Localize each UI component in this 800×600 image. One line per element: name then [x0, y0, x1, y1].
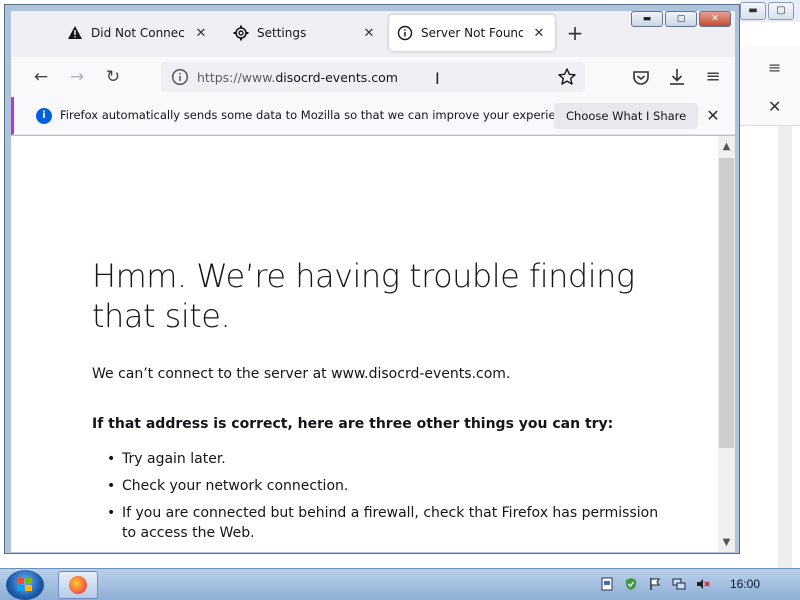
bookmark-star-icon[interactable] [557, 67, 577, 87]
scroll-up-icon[interactable]: ▲ [718, 138, 735, 156]
tray-document-icon[interactable] [600, 577, 614, 591]
taskbar: 16:00 [0, 568, 800, 600]
new-tab-button[interactable]: + [563, 23, 587, 43]
close-window-button[interactable]: ✕ [699, 11, 731, 27]
tab-label: Settings [257, 26, 307, 40]
background-minimize-button[interactable]: ▬ [740, 2, 766, 20]
gear-icon [233, 25, 249, 41]
window-controls: ▬ ▢ ✕ [631, 11, 731, 27]
error-title: Hmm. We’re having trouble finding that s… [92, 257, 635, 335]
suggestion-list: Try again later. Check your network conn… [107, 449, 667, 550]
scroll-thumb[interactable] [719, 158, 734, 448]
minimize-button[interactable]: ▬ [631, 11, 663, 27]
notice-text: Firefox automatically sends some data to… [60, 108, 580, 122]
list-item: Check your network connection. [107, 476, 667, 496]
firefox-icon [69, 576, 87, 594]
pocket-icon[interactable] [629, 65, 653, 89]
tab-close-button[interactable]: ✕ [361, 26, 377, 41]
system-clock[interactable]: 16:00 [730, 577, 760, 591]
background-maximize-button[interactable]: ▢ [768, 2, 794, 20]
tray-network-icon[interactable] [672, 577, 686, 591]
start-button[interactable] [6, 570, 44, 600]
tab-settings[interactable]: Settings ✕ [225, 15, 385, 51]
list-item: Try again later. [107, 449, 667, 469]
vertical-scrollbar[interactable]: ▲ ▼ [718, 136, 735, 552]
tab-server-not-found[interactable]: Server Not Found ✕ [389, 15, 555, 51]
tab-close-button[interactable]: ✕ [531, 26, 547, 41]
tray-shield-icon[interactable] [624, 577, 638, 591]
choose-what-i-share-button[interactable]: Choose What I Share [554, 103, 699, 129]
back-button[interactable]: ← [29, 65, 53, 89]
tab-close-button[interactable]: ✕ [193, 26, 209, 41]
forward-button[interactable]: → [65, 65, 89, 89]
background-toolbar: ≡ [740, 46, 800, 90]
background-close-icon[interactable]: ✕ [768, 97, 781, 116]
notice-close-button[interactable]: ✕ [701, 104, 725, 128]
data-collection-notice: i Firefox automatically sends some data … [11, 97, 735, 135]
maximize-button[interactable]: ▢ [665, 11, 697, 27]
list-item: If you are connected but behind a firewa… [107, 503, 667, 543]
tab-label: Did Not Connect: Po [91, 26, 185, 40]
browser-window: Did Not Connect: Po ✕ Settings ✕ Server … [4, 4, 740, 554]
downloads-icon[interactable] [665, 65, 689, 89]
tray-volume-muted-icon[interactable] [696, 577, 710, 591]
tab-label: Server Not Found [421, 26, 523, 40]
warning-icon [68, 26, 82, 39]
page-content: Hmm. We’re having trouble finding that s… [11, 136, 735, 552]
tray-flag-icon[interactable] [648, 577, 662, 591]
site-info-icon[interactable] [171, 68, 189, 86]
reload-button[interactable]: ↻ [101, 65, 125, 89]
background-notice: ✕ [740, 90, 800, 126]
info-icon [397, 25, 413, 41]
app-menu-button[interactable]: ≡ [701, 65, 725, 89]
text-cursor-icon: I [435, 69, 440, 88]
taskbar-firefox-button[interactable] [58, 571, 98, 599]
background-scrollbar[interactable] [778, 126, 792, 568]
background-window: ▬ ▢ ≡ ✕ [740, 0, 800, 568]
url-host: disocrd-events.com [275, 69, 398, 85]
background-menu-icon[interactable]: ≡ [768, 58, 781, 77]
background-titlebar: ▬ ▢ [740, 0, 800, 22]
windows-logo-icon [17, 578, 32, 591]
scroll-down-icon[interactable]: ▼ [718, 534, 735, 552]
navigation-toolbar: ← → ↻ https://www.disocrd-events.com I ≡ [11, 57, 735, 97]
url-scheme: https://www. [197, 69, 276, 85]
url-bar[interactable]: https://www.disocrd-events.com I [161, 62, 585, 92]
url-text[interactable]: https://www.disocrd-events.com [197, 70, 398, 85]
notice-info-icon: i [36, 108, 52, 124]
error-description: We can’t connect to the server at www.di… [92, 366, 511, 382]
tab-strip: Did Not Connect: Po ✕ Settings ✕ Server … [11, 11, 735, 57]
tab-did-not-connect[interactable]: Did Not Connect: Po ✕ [59, 15, 217, 51]
error-subheading: If that address is correct, here are thr… [92, 416, 614, 432]
